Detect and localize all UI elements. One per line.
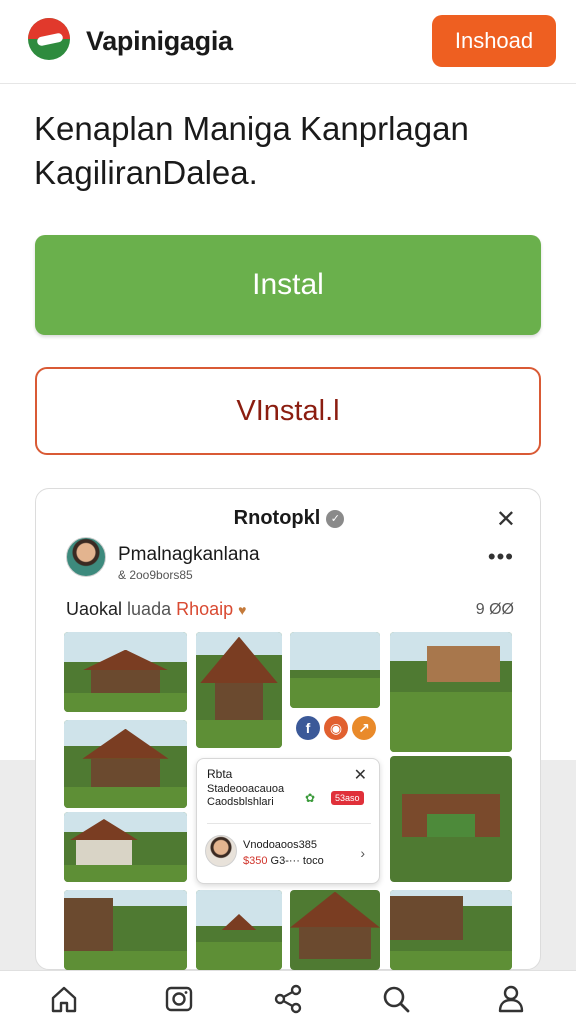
more-options-icon[interactable]: ••• <box>488 544 514 570</box>
avatar[interactable] <box>66 537 106 577</box>
popup-line-2: Caodsblshlari <box>207 796 274 808</box>
close-icon[interactable]: ✕ <box>496 505 516 534</box>
instagram-icon[interactable]: ◉ <box>324 716 348 740</box>
flag-icon: ✿ <box>305 791 316 805</box>
gallery-photo[interactable] <box>196 890 282 970</box>
heart-icon: ♥ <box>238 602 247 618</box>
post-title-text: Rnotopkl <box>233 507 321 529</box>
bottom-nav <box>0 970 576 1024</box>
brand-logo-icon <box>28 18 70 60</box>
divider <box>207 823 371 824</box>
uninstall-button[interactable]: VInstal.l <box>35 367 541 455</box>
popup-title: Rbta <box>207 767 233 781</box>
status-badge: 53aso <box>331 791 364 805</box>
popup-line-1: Stadeooacauoa <box>207 783 285 795</box>
gallery-photo[interactable] <box>64 890 187 970</box>
install-button[interactable]: Instal <box>35 235 541 335</box>
share-icon[interactable] <box>272 983 304 1015</box>
page-headline: Kenaplan Maniga Kanprlagan KagiliranDale… <box>34 110 469 191</box>
price-meta: G3-··· toco <box>270 855 324 867</box>
home-icon[interactable] <box>48 983 80 1015</box>
app-name: Vapinigagia <box>86 26 233 56</box>
gallery-photo[interactable] <box>390 756 512 882</box>
gallery-photo[interactable] <box>390 890 512 970</box>
verified-icon: ✓ <box>326 510 345 528</box>
search-icon[interactable] <box>380 983 412 1015</box>
post-author-meta: & 2oo9bors85 <box>118 568 193 582</box>
gallery-photo[interactable] <box>196 632 282 748</box>
gallery-photo[interactable] <box>64 632 187 712</box>
gallery-photo[interactable] <box>64 720 187 808</box>
caption-prefix: Uaokal <box>66 599 123 619</box>
camera-icon[interactable] <box>163 983 195 1015</box>
close-icon[interactable]: ✕ <box>354 765 367 785</box>
gallery-photo[interactable] <box>290 632 380 708</box>
popup-price: $350 G3-··· toco <box>243 855 324 867</box>
gallery-photo[interactable] <box>290 890 380 970</box>
avatar <box>205 835 237 867</box>
likes-count: 9 ØØ <box>475 601 514 618</box>
profile-icon[interactable] <box>495 983 527 1015</box>
gallery-photo[interactable] <box>64 812 187 882</box>
caption-mid: luada <box>127 599 172 619</box>
price-value: $350 <box>243 855 268 867</box>
caption-place: Rhoaip <box>176 599 234 619</box>
post-caption: Uaokal luada Rhoaip ♥ <box>66 599 246 620</box>
product-popup[interactable]: Rbta Stadeooacauoa Caodsblshlari ✕ ✿ 53a… <box>196 758 380 884</box>
share-icon[interactable]: ↗ <box>352 716 376 740</box>
post-author[interactable]: Pmalnagkanlana <box>118 544 260 566</box>
post-title: Rnotopkl ✓ <box>36 507 540 530</box>
popup-seller-name: Vnodoaoos385 <box>243 839 318 851</box>
top-action-button[interactable]: Inshoad <box>432 15 556 67</box>
chevron-right-icon[interactable]: › <box>360 845 365 861</box>
gallery-photo[interactable] <box>390 632 512 752</box>
facebook-icon[interactable]: f <box>296 716 320 740</box>
top-bar: Vapinigagia Inshoad <box>0 0 576 84</box>
